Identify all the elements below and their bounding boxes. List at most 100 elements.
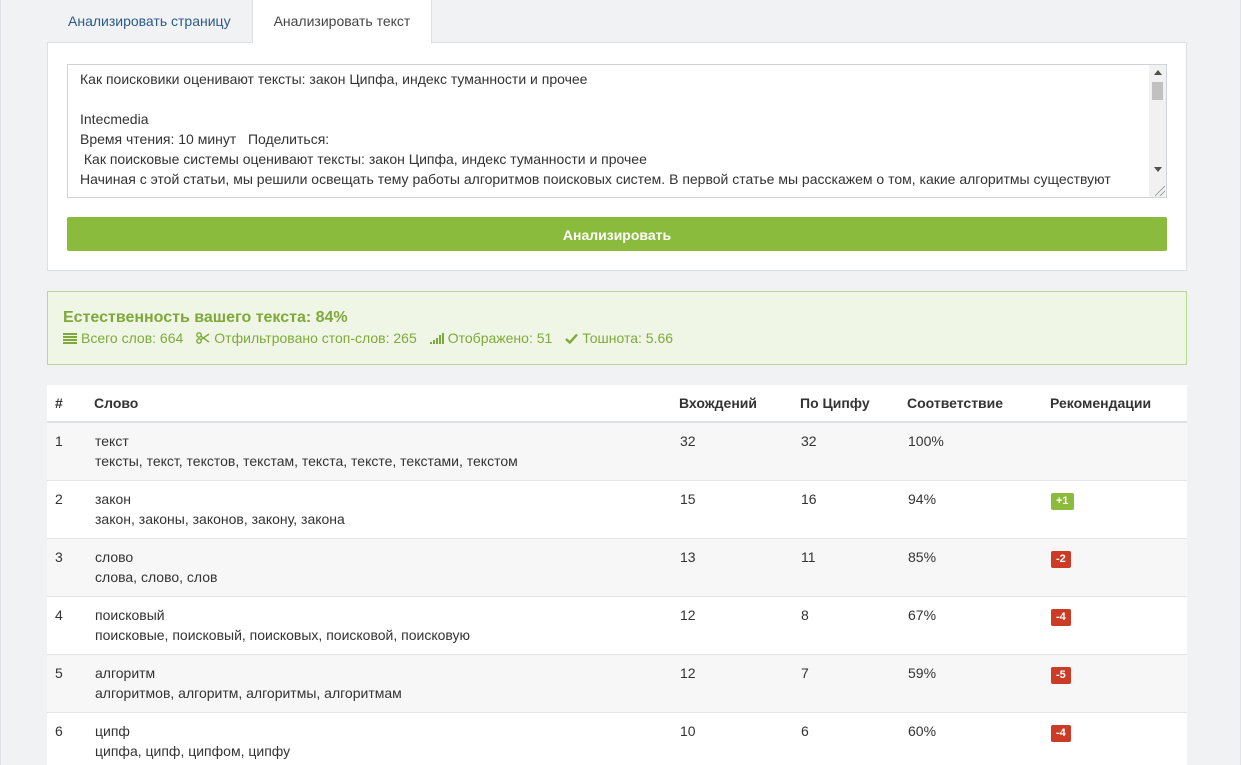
table-body: 1 текст тексты, текст, текстов, текстам, т… — [47, 421, 1187, 765]
word-lemma: текст — [95, 433, 129, 449]
col-header-occurrences[interactable]: Вхождений — [679, 385, 800, 423]
word-cell: закон закон, законы, законов, закону, зак… — [94, 480, 679, 539]
zipf-cell: 8 — [800, 596, 907, 655]
col-header-word[interactable]: Слово — [94, 385, 679, 423]
text-form-panel: Как поисковики оценивают тексты: закон Ц… — [47, 42, 1187, 271]
text-input-content[interactable]: Как поисковики оценивают тексты: закон Ц… — [80, 69, 1144, 197]
scroll-up-arrow-icon[interactable] — [1154, 70, 1162, 75]
recommendation-badge: -4 — [1051, 609, 1071, 626]
word-cell: ципф ципфа, ципф, ципфом, ципфу — [94, 712, 679, 765]
signal-bars-icon — [429, 332, 444, 344]
text-line: Начиная с этой статьи, мы решили освещат… — [80, 171, 1111, 187]
col-header-number[interactable]: # — [47, 385, 94, 423]
filtered-stopwords-text: Отфильтровано стоп-слов: 265 — [214, 330, 417, 346]
recommendation-cell: -2 — [1050, 538, 1187, 597]
match-cell: 59% — [907, 654, 1050, 713]
occurrences-cell: 12 — [679, 596, 800, 655]
zipf-cell: 7 — [800, 654, 907, 713]
recommendation-cell: +1 — [1050, 480, 1187, 539]
check-icon — [565, 333, 579, 344]
text-input[interactable]: Как поисковики оценивают тексты: закон Ц… — [67, 64, 1167, 198]
word-cell: поисковый поисковые, поисковый, поисковых… — [94, 596, 679, 655]
analyze-button[interactable]: Анализировать — [67, 217, 1167, 251]
tab-analyze-page[interactable]: Анализировать страницу — [47, 0, 252, 42]
stat-filtered-stopwords: Отфильтровано стоп-слов: 265 — [196, 330, 417, 346]
word-forms: тексты, текст, текстов, текстам, текста,… — [95, 453, 518, 469]
zipf-cell: 6 — [800, 712, 907, 765]
zipf-cell: 32 — [800, 421, 907, 481]
word-lemma: ципф — [95, 723, 130, 739]
recommendation-badge: -2 — [1051, 551, 1071, 568]
word-forms: ципфа, ципф, ципфом, ципфу — [95, 743, 291, 759]
table-row: 4 поисковый поисковые, поисковый, поисковы… — [47, 596, 1187, 655]
occurrences-cell: 15 — [679, 480, 800, 539]
col-header-zipf[interactable]: По Ципфу — [800, 385, 907, 423]
nausea-text: Тошнота: 5.66 — [582, 330, 674, 346]
match-cell: 67% — [907, 596, 1050, 655]
row-number: 6 — [47, 712, 94, 765]
col-header-recommendations[interactable]: Рекомендации — [1050, 385, 1187, 423]
word-cell: текст тексты, текст, текстов, текстам, те… — [94, 421, 679, 481]
word-lemma: алгоритм — [95, 665, 156, 681]
stat-total-words: Всего слов: 664 — [63, 330, 183, 346]
word-forms: закон, законы, законов, закону, закона — [95, 511, 345, 527]
scroll-thumb[interactable] — [1152, 82, 1163, 100]
row-number: 4 — [47, 596, 94, 655]
occurrences-cell: 13 — [679, 538, 800, 597]
row-number: 5 — [47, 654, 94, 713]
row-number: 3 — [47, 538, 94, 597]
match-cell: 94% — [907, 480, 1050, 539]
table-row: 1 текст тексты, текст, текстов, текстам, т… — [47, 421, 1187, 481]
recommendation-cell — [1050, 421, 1187, 481]
resize-grip-icon[interactable] — [1155, 186, 1165, 196]
naturalness-title: Естественность вашего текста: 84% — [63, 309, 348, 326]
text-line: Время чтения: 10 минут Поделиться: — [80, 131, 330, 147]
word-table-container: # Слово Вхождений По Ципфу Соответствие … — [47, 385, 1187, 765]
table-row: 2 закон закон, законы, законов, закону, за… — [47, 480, 1187, 539]
recommendation-cell: -5 — [1050, 654, 1187, 713]
result-summary: Естественность вашего текста: 84% Всего … — [47, 291, 1187, 365]
table-row: 5 алгоритм алгоритмов, алгоритм, алгоритмы… — [47, 654, 1187, 713]
match-cell: 85% — [907, 538, 1050, 597]
match-cell: 60% — [907, 712, 1050, 765]
page-frame: Анализировать страницу Анализировать тек… — [0, 0, 1241, 765]
zipf-cell: 11 — [800, 538, 907, 597]
word-forms: слова, слово, слов — [95, 569, 218, 585]
table-row: 6 ципф ципфа, ципф, ципфом, ципфу 10 6 60% -4 — [47, 712, 1187, 765]
row-number: 1 — [47, 421, 94, 481]
stat-nausea: Тошнота: 5.66 — [565, 330, 673, 346]
recommendation-cell: -4 — [1050, 596, 1187, 655]
row-number: 2 — [47, 480, 94, 539]
word-lemma: слово — [95, 549, 134, 565]
recommendation-badge: +1 — [1051, 493, 1074, 510]
word-cell: алгоритм алгоритмов, алгоритм, алгоритмы,… — [94, 654, 679, 713]
displayed-text: Отображено: 51 — [447, 330, 553, 346]
text-line: Intecmedia — [80, 111, 149, 127]
col-header-match[interactable]: Соответствие — [907, 385, 1050, 423]
scissors-icon — [196, 332, 210, 344]
word-lemma: закон — [95, 491, 132, 507]
word-forms: поисковые, поисковый, поисковых, поисков… — [95, 627, 471, 643]
word-table: # Слово Вхождений По Ципфу Соответствие … — [47, 385, 1187, 765]
table-row: 3 слово слова, слово, слов 13 11 85% -2 — [47, 538, 1187, 597]
recommendation-badge: -4 — [1051, 725, 1071, 742]
text-line: Как поисковые системы оценивают тексты: … — [80, 151, 647, 167]
stats-row: Всего слов: 664 Отфильтровано стоп-слов:… — [63, 330, 686, 346]
occurrences-cell: 12 — [679, 654, 800, 713]
word-forms: алгоритмов, алгоритм, алгоритмы, алгорит… — [95, 685, 402, 701]
word-cell: слово слова, слово, слов — [94, 538, 679, 597]
match-cell: 100% — [907, 421, 1050, 481]
zipf-cell: 16 — [800, 480, 907, 539]
stat-displayed: Отображено: 51 — [429, 330, 553, 346]
occurrences-cell: 10 — [679, 712, 800, 765]
text-line: Как поисковики оценивают тексты: закон Ц… — [80, 71, 588, 87]
word-lemma: поисковый — [95, 607, 165, 623]
scroll-down-arrow-icon[interactable] — [1154, 167, 1162, 172]
text-line — [80, 89, 1144, 109]
total-words-text: Всего слов: 664 — [81, 330, 184, 346]
textarea-scrollbar[interactable] — [1149, 65, 1166, 197]
list-icon — [63, 332, 77, 344]
table-header-row: # Слово Вхождений По Ципфу Соответствие … — [47, 385, 1187, 423]
tab-analyze-text[interactable]: Анализировать текст — [251, 0, 433, 44]
recommendation-badge: -5 — [1051, 667, 1071, 684]
